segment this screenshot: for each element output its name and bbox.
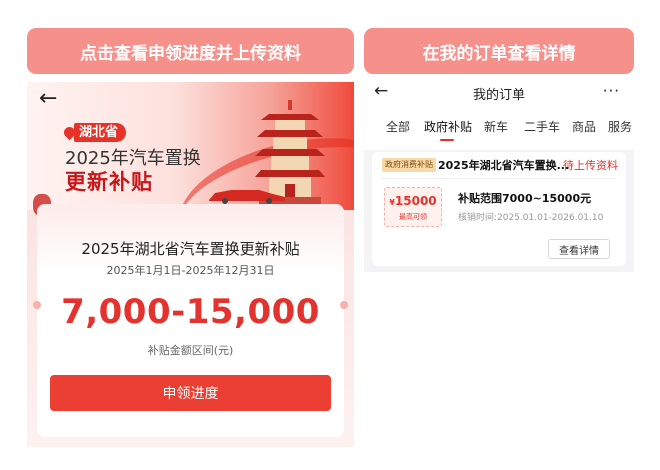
order-type-badge: 政府消费补贴 (382, 158, 436, 172)
divider (382, 178, 616, 179)
coupon-value-line: ¥15000 (385, 194, 441, 208)
subsidy-date-range: 2025年1月1日-2025年12月31日 (106, 264, 275, 277)
instruction-text-left: 点击查看申领进度并上传资料 (80, 43, 301, 64)
redemption-period: 核销时间:2025.01.01-2026.01.10 (458, 213, 604, 223)
more-options-icon[interactable]: ··· (603, 82, 620, 100)
tab-all[interactable]: 全部 (386, 118, 410, 135)
order-tabs: 全部 政府补贴 新车 二手车 商品 服务 (364, 118, 634, 141)
subsidy-amount-caption: 补贴金额区间(元) (147, 344, 234, 357)
coupon-box: ¥15000 最高可领 (384, 187, 442, 227)
subsidy-title: 2025年湖北省汽车置换更新补贴 (81, 240, 300, 258)
subsidy-amount-range: 7,000-15,000 (61, 292, 320, 332)
hero-banner: ← 湖北省 2025年汽车置换 更新补贴 (27, 82, 354, 286)
instruction-banner-right: 在我的订单查看详情 (364, 28, 634, 74)
order-status: 待上传资料 (563, 159, 618, 172)
orders-header: ← 我的订单 ··· 全部 政府补贴 新车 二手车 商品 服务 (364, 81, 634, 150)
active-tab-indicator (440, 139, 454, 141)
order-title: 2025年湖北省汽车置换... (438, 159, 570, 172)
coupon-caption: 最高可领 (399, 213, 427, 221)
order-card[interactable]: 政府消费补贴 2025年湖北省汽车置换... 待上传资料 ¥15000 最高可领… (372, 152, 626, 266)
instruction-banner-left: 点击查看申领进度并上传资料 (27, 28, 354, 74)
subsidy-page: ← 湖北省 2025年汽车置换 更新补贴 2025年湖北省汽车置换更新补贴 20… (27, 82, 354, 447)
location-tag[interactable]: 湖北省 (74, 123, 127, 142)
back-arrow-icon[interactable]: ← (39, 86, 57, 111)
tab-goods[interactable]: 商品 (572, 118, 596, 135)
tab-government-subsidy[interactable]: 政府补贴 (424, 118, 472, 135)
subsidy-range: 补贴范围7000~15000元 (458, 192, 592, 205)
car-illustration (209, 190, 285, 204)
coupon-value: 15000 (394, 194, 437, 208)
tab-new-car[interactable]: 新车 (484, 118, 508, 135)
view-details-button[interactable]: 查看详情 (548, 239, 610, 259)
instruction-text-right: 在我的订单查看详情 (422, 43, 576, 64)
subsidy-card: 2025年湖北省汽车置换更新补贴 2025年1月1日-2025年12月31日 7… (33, 204, 348, 437)
orders-page: ← 我的订单 ··· 全部 政府补贴 新车 二手车 商品 服务 政府消费补贴 2… (364, 81, 634, 272)
tab-used-car[interactable]: 二手车 (524, 118, 560, 135)
hero-title-line2: 更新补贴 (65, 170, 153, 194)
tab-services[interactable]: 服务 (608, 118, 632, 135)
page-title: 我的订单 (472, 88, 525, 103)
application-progress-button[interactable]: 申领进度 (50, 375, 331, 411)
